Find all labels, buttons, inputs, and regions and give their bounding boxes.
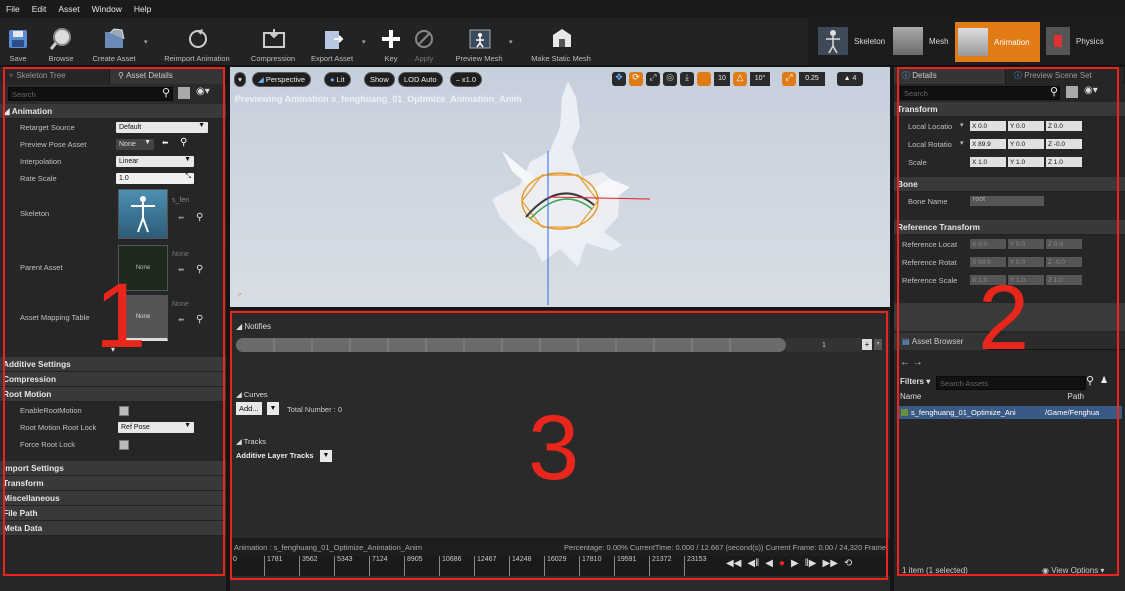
viewport-scene xyxy=(492,81,651,305)
menu-edit[interactable]: Edit xyxy=(32,4,47,14)
skeleton-mode-icon xyxy=(818,27,848,55)
menu-help[interactable]: Help xyxy=(134,4,151,14)
mode-skeleton[interactable]: Skeleton xyxy=(818,26,885,56)
plus-icon xyxy=(379,27,403,51)
reimport-icon xyxy=(185,27,209,51)
menu-file[interactable]: File xyxy=(6,4,20,14)
mode-animation[interactable]: Animation xyxy=(955,22,1040,62)
make-static-mesh-button[interactable]: Make Static Mesh xyxy=(525,21,597,63)
toolbar: Save Browse Create Asset ▾ Reimport Anim… xyxy=(0,18,1125,66)
preview-mesh-icon xyxy=(467,27,491,51)
export-dropdown-icon[interactable]: ▾ xyxy=(362,38,366,46)
viewport[interactable]: ▾ ◢ Perspective ● Lit Show LOD Auto ⎯ x1… xyxy=(230,67,890,307)
export-asset-button[interactable]: Export Asset xyxy=(306,21,358,63)
compression-icon xyxy=(261,27,285,51)
save-icon xyxy=(6,27,30,51)
compression-button[interactable]: Compression xyxy=(245,21,301,63)
export-icon xyxy=(320,27,344,51)
save-button[interactable]: Save xyxy=(6,21,30,63)
annotation-number-1: 1 xyxy=(95,265,147,367)
menu-bar: File Edit Asset Window Help xyxy=(0,0,1125,18)
magnifier-icon xyxy=(49,27,73,51)
mode-physics[interactable]: Physics xyxy=(1046,26,1104,56)
create-asset-icon xyxy=(102,27,126,51)
mode-mesh[interactable]: Mesh xyxy=(893,26,949,56)
create-asset-dropdown-icon[interactable]: ▾ xyxy=(144,38,148,46)
animation-mode-icon xyxy=(958,28,988,56)
mesh-mode-icon xyxy=(893,27,923,55)
axis-indicator: ↗ xyxy=(236,292,242,299)
create-asset-button[interactable]: Create Asset xyxy=(88,21,140,63)
key-button[interactable]: Key xyxy=(381,21,401,63)
annotation-number-3: 3 xyxy=(528,397,580,499)
physics-mode-icon xyxy=(1046,27,1070,55)
apply-button[interactable]: Apply xyxy=(412,21,436,63)
menu-asset[interactable]: Asset xyxy=(58,4,79,14)
preview-mesh-dropdown-icon[interactable]: ▾ xyxy=(509,38,513,46)
menu-window[interactable]: Window xyxy=(92,4,122,14)
annotation-number-2: 2 xyxy=(978,267,1030,369)
static-mesh-icon xyxy=(549,27,573,51)
apply-disabled-icon xyxy=(412,27,436,51)
reimport-animation-button[interactable]: Reimport Animation xyxy=(156,21,238,63)
browse-button[interactable]: Browse xyxy=(46,21,76,63)
preview-mesh-button[interactable]: Preview Mesh xyxy=(452,21,506,63)
